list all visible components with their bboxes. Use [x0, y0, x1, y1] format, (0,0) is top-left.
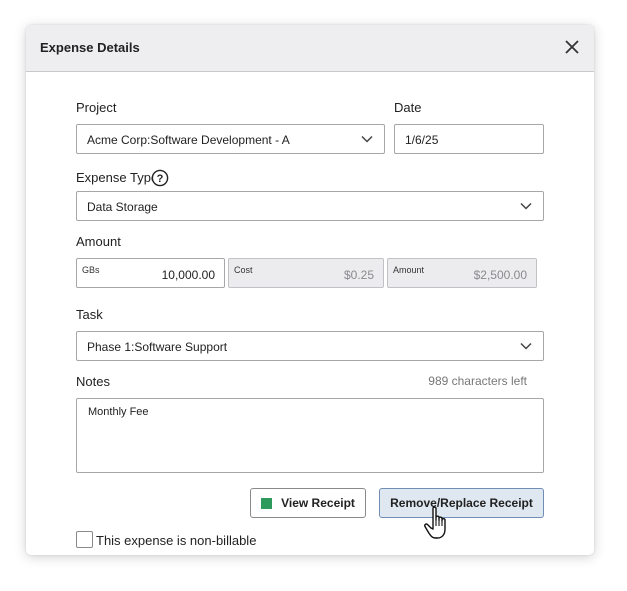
- amount-label: Amount: [76, 234, 121, 249]
- receipt-indicator-icon: [261, 497, 273, 509]
- project-label: Project: [76, 100, 117, 115]
- cost-caption: Cost: [234, 265, 253, 275]
- notes-label: Notes: [76, 374, 110, 389]
- hand-cursor-icon: [424, 506, 446, 539]
- view-receipt-label: View Receipt: [281, 496, 355, 510]
- close-button[interactable]: [564, 39, 580, 55]
- task-value: Phase 1:Software Support: [87, 340, 228, 354]
- dialog-header: Expense Details: [26, 25, 594, 72]
- project-select[interactable]: Acme Corp:Software Development - A: [76, 124, 385, 154]
- quantity-caption: GBs: [82, 265, 100, 275]
- remove-replace-receipt-label: Remove/Replace Receipt: [390, 496, 533, 510]
- chevron-down-icon: [520, 342, 532, 350]
- total-amount-value: $2,500.00: [473, 268, 527, 282]
- date-label: Date: [394, 100, 422, 115]
- date-input[interactable]: 1/6/25: [394, 124, 544, 154]
- close-icon: [565, 40, 579, 54]
- date-value: 1/6/25: [405, 133, 439, 147]
- dialog-title: Expense Details: [40, 40, 140, 55]
- expense-type-label: Expense Type: [76, 170, 159, 185]
- cost-value: $0.25: [343, 268, 374, 282]
- remove-replace-receipt-button[interactable]: Remove/Replace Receipt: [379, 488, 544, 518]
- chevron-down-icon: [520, 202, 532, 210]
- expense-type-value: Data Storage: [87, 200, 158, 214]
- characters-left-counter: 989 characters left: [428, 374, 527, 388]
- svg-text:?: ?: [157, 173, 164, 185]
- non-billable-label: This expense is non-billable: [96, 533, 257, 548]
- total-amount-caption: Amount: [393, 265, 425, 275]
- chevron-down-icon: [361, 135, 373, 143]
- total-amount-field: Amount $2,500.00: [387, 258, 537, 288]
- quantity-input[interactable]: GBs 10,000.00: [76, 258, 225, 288]
- project-value: Acme Corp:Software Development - A: [87, 133, 290, 147]
- quantity-value: 10,000.00: [161, 268, 215, 282]
- task-select[interactable]: Phase 1:Software Support: [76, 331, 544, 361]
- view-receipt-button[interactable]: View Receipt: [250, 488, 366, 518]
- task-label: Task: [76, 307, 103, 322]
- notes-textarea[interactable]: Monthly Fee: [76, 398, 544, 473]
- notes-value: Monthly Fee: [88, 406, 149, 418]
- non-billable-checkbox[interactable]: [76, 531, 93, 548]
- help-icon[interactable]: ?: [151, 169, 169, 187]
- expense-type-select[interactable]: Data Storage: [76, 191, 544, 221]
- cost-field: Cost $0.25: [228, 258, 384, 288]
